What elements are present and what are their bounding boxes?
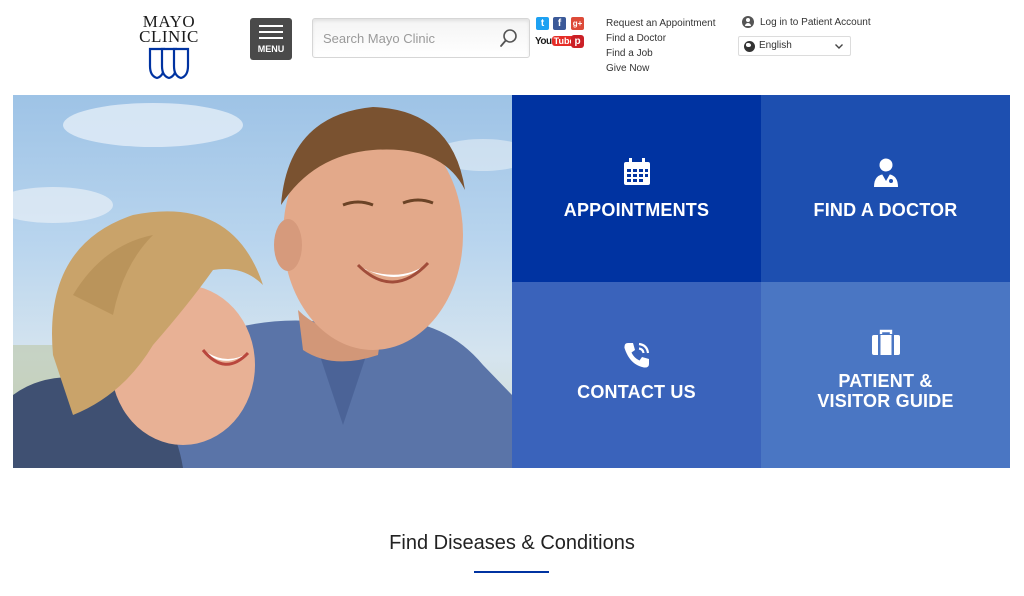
search-input[interactable] <box>323 27 493 49</box>
language-value: English <box>759 40 792 51</box>
tile-guide-line-2: VISITOR GUIDE <box>817 391 954 411</box>
language-select[interactable]: English <box>738 36 851 56</box>
link-find-job[interactable]: Find a Job <box>606 46 716 61</box>
tile-appointments[interactable]: APPOINTMENTS <box>512 95 761 282</box>
tile-appointments-label: APPOINTMENTS <box>563 200 710 220</box>
phone-icon <box>623 342 649 368</box>
smiling-couple-photo <box>13 95 512 468</box>
twitter-icon[interactable]: t <box>536 17 549 30</box>
google-plus-icon[interactable]: g+ <box>571 17 584 30</box>
briefcase-icon <box>871 329 900 355</box>
youtube-icon[interactable]: You Tube <box>535 35 577 48</box>
youtube-you: You <box>535 36 552 47</box>
tile-find-a-doctor[interactable]: FIND A DOCTOR <box>761 95 1010 282</box>
link-request-appointment[interactable]: Request an Appointment <box>606 16 716 31</box>
facebook-icon[interactable]: f <box>553 17 566 30</box>
link-find-doctor[interactable]: Find a Doctor <box>606 31 716 46</box>
link-give-now[interactable]: Give Now <box>606 61 716 76</box>
tile-contact-us[interactable]: CONTACT US <box>512 282 761 468</box>
user-circle-icon <box>742 16 754 28</box>
account-label: Log in to Patient Account <box>760 17 871 28</box>
search-box <box>312 18 530 58</box>
hero-tiles: APPOINTMENTS FIND A DOCTOR CONTACT US PA… <box>512 95 1010 468</box>
tile-guide-line-1: PATIENT & <box>838 371 933 391</box>
quick-links: Request an Appointment Find a Doctor Fin… <box>606 16 716 76</box>
tile-patient-visitor-guide-label: PATIENT & VISITOR GUIDE <box>761 371 1010 411</box>
menu-button[interactable]: MENU <box>250 18 292 60</box>
search-icon[interactable] <box>499 28 519 48</box>
tile-contact-us-label: CONTACT US <box>577 382 696 402</box>
photo-illustration <box>13 103 512 468</box>
mayo-clinic-logo[interactable]: MAYO CLINIC <box>138 13 200 84</box>
social-links: t f g+ You Tube p <box>535 17 587 51</box>
three-shields-logo-icon <box>148 47 190 80</box>
globe-icon <box>744 41 755 52</box>
calendar-icon <box>623 158 650 185</box>
doctor-icon <box>873 158 898 187</box>
tile-patient-visitor-guide[interactable]: PATIENT & VISITOR GUIDE <box>761 282 1010 468</box>
logo-line-2: CLINIC <box>139 27 199 46</box>
section-title-underline <box>474 571 549 573</box>
hamburger-icon <box>259 25 283 43</box>
menu-label: MENU <box>257 44 285 54</box>
section-title: Find Diseases & Conditions <box>389 532 635 554</box>
pinterest-icon[interactable]: p <box>571 35 584 48</box>
tile-find-a-doctor-label: FIND A DOCTOR <box>813 200 958 220</box>
chevron-down-icon <box>835 44 843 49</box>
hero-banner: APPOINTMENTS FIND A DOCTOR CONTACT US PA… <box>13 95 1010 468</box>
